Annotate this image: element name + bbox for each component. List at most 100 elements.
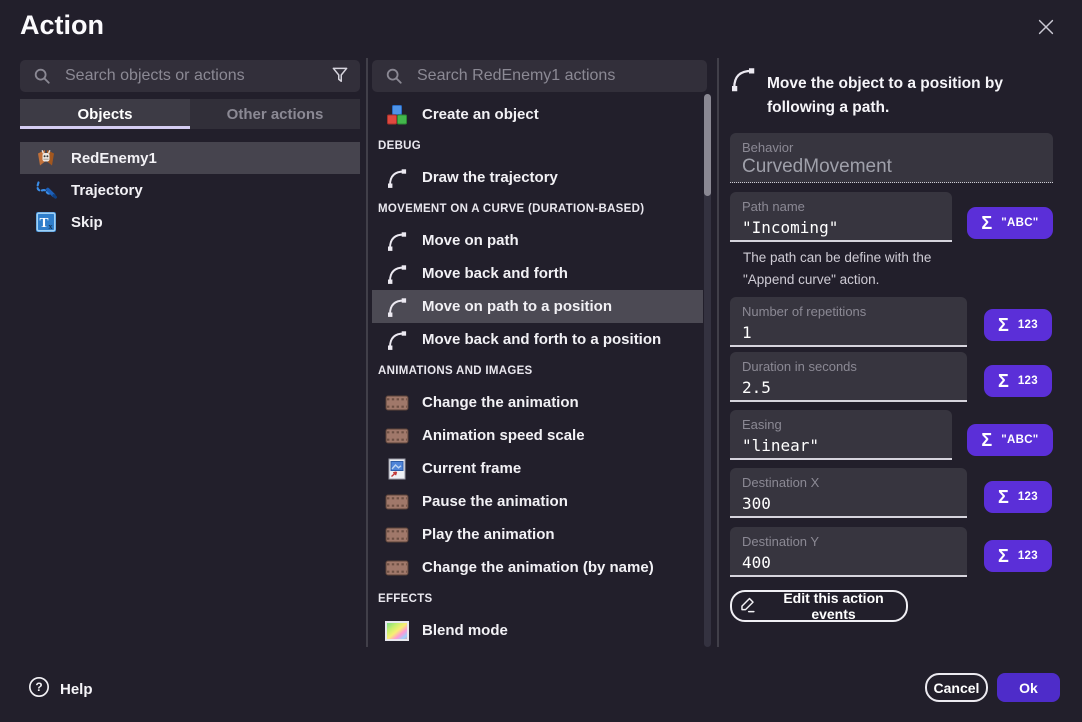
svg-text:?: ? [35,680,42,694]
easing-label: Easing [742,417,940,432]
curve-icon [385,166,409,190]
action-item-label: Draw the trajectory [422,169,558,186]
action-item-label: Pause the animation [422,493,568,510]
action-item-label: Move back and forth to a position [422,331,661,348]
objects-search-box [20,60,360,92]
action-item-current-frame[interactable]: Current frame [372,452,703,485]
object-item-skip[interactable]: Tx Skip [20,206,360,238]
path-name-input[interactable] [742,218,940,237]
trajectory-icon [34,178,58,202]
tab-objects[interactable]: Objects [20,99,190,129]
action-item-label: Move back and forth [422,265,568,282]
repetitions-input[interactable] [742,323,955,342]
scrollbar-thumb[interactable] [704,94,711,196]
cancel-button[interactable]: Cancel [925,673,988,702]
search-icon [30,67,54,85]
action-item-change-the-animation-by-name-[interactable]: Change the animation (by name) [372,551,703,584]
tab-other-actions[interactable]: Other actions [190,99,360,129]
help-button[interactable]: ? Help [28,676,93,703]
destination-x-expression-button[interactable]: Σ 123 [984,481,1052,513]
section-header: MOVEMENT ON A CURVE (DURATION-BASED) [372,194,703,224]
film-icon [385,492,409,512]
action-item-label: Change the animation (by name) [422,559,654,576]
action-item-change-the-animation[interactable]: Change the animation [372,386,703,419]
action-item-move-back-and-forth[interactable]: Move back and forth [372,257,703,290]
object-item-trajectory[interactable]: Trajectory [20,174,360,206]
action-item-animation-speed-scale[interactable]: Animation speed scale [372,419,703,452]
sigma-icon: Σ [998,316,1009,334]
curve-icon [385,229,409,253]
edit-action-events-button[interactable]: Edit this action events [730,590,908,622]
path-name-expression-button[interactable]: Σ "ABC" [967,207,1053,239]
duration-expression-button[interactable]: Σ 123 [984,365,1052,397]
film-icon [385,558,409,578]
sigma-icon: Σ [998,547,1009,565]
sigma-icon: Σ [998,488,1009,506]
action-item-label: Create an object [422,106,539,123]
destination-y-input[interactable] [742,553,955,572]
page-title: Action [20,10,104,41]
objects-search-input[interactable] [63,66,321,86]
object-item-label: RedEnemy1 [71,150,157,167]
action-item-draw-the-trajectory[interactable]: Draw the trajectory [372,161,703,194]
object-item-label: Trajectory [71,182,143,199]
help-label: Help [60,681,93,698]
action-item-play-the-animation[interactable]: Play the animation [372,518,703,551]
easing-field: Easing [730,410,952,460]
svg-text:T: T [39,215,48,230]
curve-icon [385,328,409,352]
sigma-icon: Σ [981,214,992,232]
object-item-redenemy1[interactable]: RedEnemy1 [20,142,360,174]
easing-expression-button[interactable]: Σ "ABC" [967,424,1053,456]
ok-button[interactable]: Ok [997,673,1060,702]
behavior-field: Behavior CurvedMovement [730,133,1053,183]
film-icon [385,393,409,413]
red-enemy-icon [34,146,58,170]
create-object-icon [385,103,409,127]
divider-right [717,58,719,647]
search-icon [382,67,406,85]
action-dialog: Action Objects Other actions RedEnemy1 Tr… [0,0,1082,722]
duration-input[interactable] [742,378,955,397]
sigma-icon: Σ [998,372,1009,390]
section-header: DEBUG [372,131,703,161]
filter-icon [330,65,350,88]
close-button[interactable] [1032,14,1060,42]
action-item-label: Blend mode [422,622,508,639]
behavior-label: Behavior [742,140,1041,155]
repetitions-field: Number of repetitions [730,297,967,347]
divider-left [366,58,368,647]
action-item-label: Current frame [422,460,521,477]
action-item-label: Animation speed scale [422,427,585,444]
help-icon: ? [28,676,50,703]
action-item-label: Play the animation [422,526,555,543]
destination-x-label: Destination X [742,475,955,490]
destination-y-expression-button[interactable]: Σ 123 [984,540,1052,572]
pencil-icon [738,595,757,617]
destination-y-label: Destination Y [742,534,955,549]
action-item-blend-mode[interactable]: Blend mode [372,614,703,647]
destination-y-field: Destination Y [730,527,967,577]
action-item-create-an-object[interactable]: Create an object [372,98,703,131]
close-icon [1035,26,1057,41]
section-header: EFFECTS [372,584,703,614]
frame-icon [385,457,409,481]
path-name-label: Path name [742,199,940,214]
easing-input[interactable] [742,436,940,455]
blend-icon [385,621,409,641]
text-object-icon: Tx [34,210,58,234]
film-icon [385,525,409,545]
path-name-helper-text: The path can be define with the "Append … [743,247,959,292]
destination-x-input[interactable] [742,494,955,513]
curve-icon [728,64,758,99]
filter-button[interactable] [330,65,350,88]
actions-search-input[interactable] [415,66,697,86]
curve-icon [385,295,409,319]
action-item-move-back-and-forth-to-a-position[interactable]: Move back and forth to a position [372,323,703,356]
actions-search-box [372,60,707,92]
action-item-pause-the-animation[interactable]: Pause the animation [372,485,703,518]
action-item-move-on-path-to-a-position[interactable]: Move on path to a position [372,290,703,323]
action-item-move-on-path[interactable]: Move on path [372,224,703,257]
object-item-label: Skip [71,214,103,231]
repetitions-expression-button[interactable]: Σ 123 [984,309,1052,341]
